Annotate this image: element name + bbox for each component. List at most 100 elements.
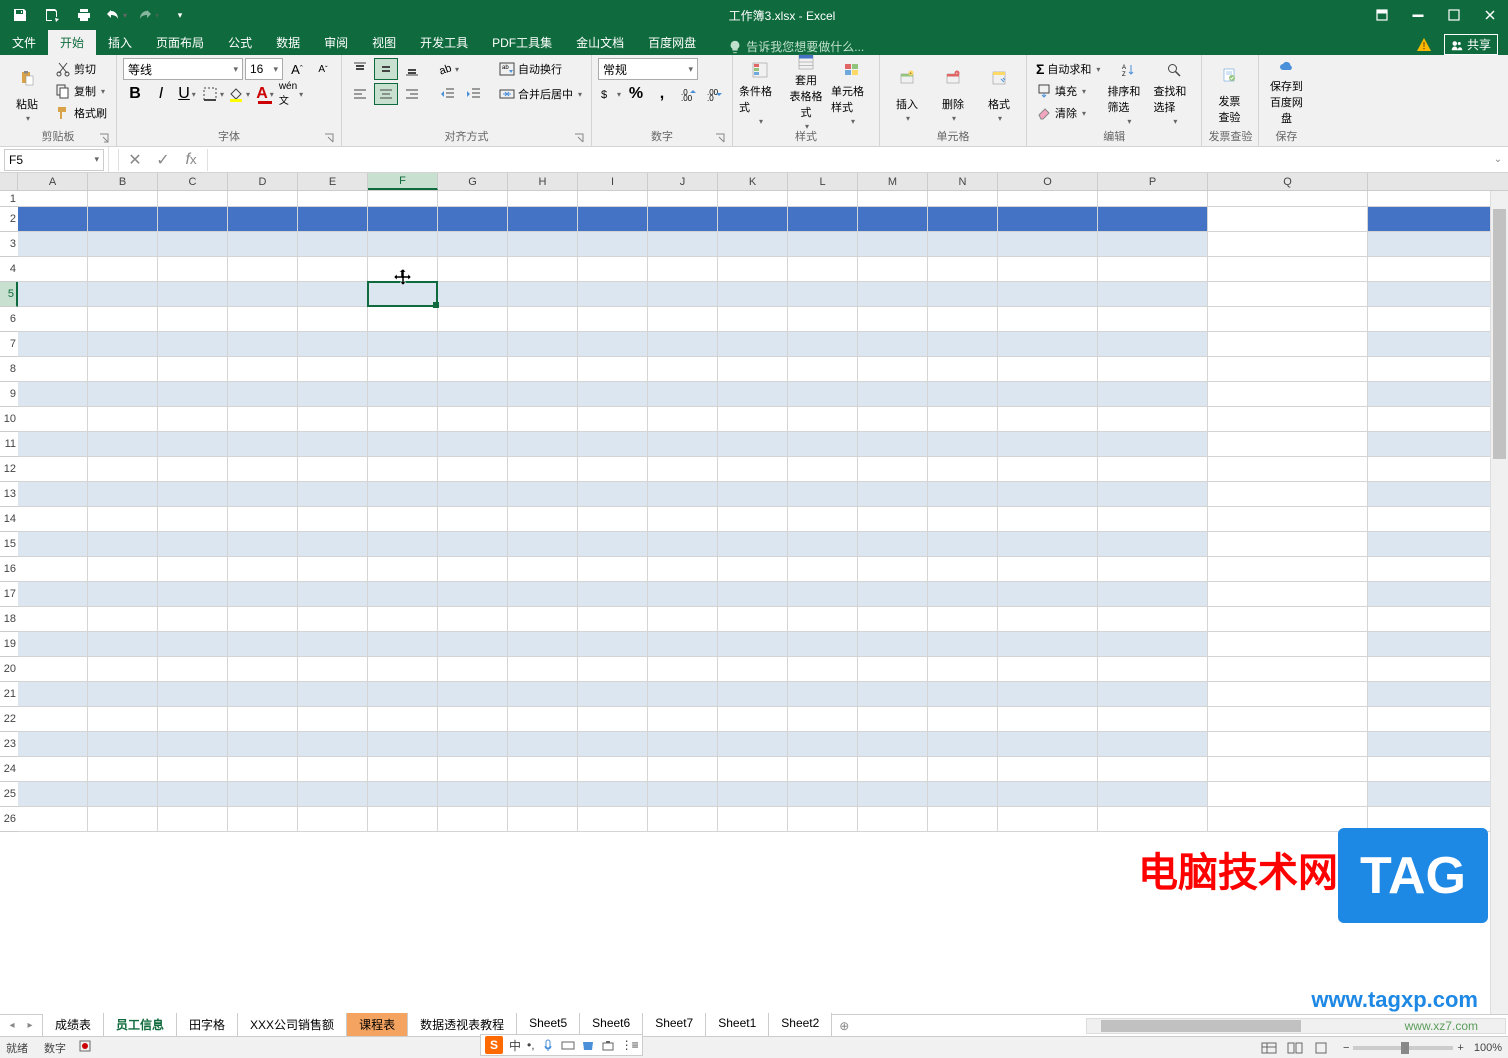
sheet-tab-8[interactable]: Sheet7 xyxy=(643,1013,706,1038)
conditional-format-button[interactable]: 条件格式 xyxy=(739,58,781,126)
ribbon-tab-3[interactable]: 页面布局 xyxy=(144,30,216,55)
row-header-21[interactable]: 21 xyxy=(0,682,18,707)
sort-filter-button[interactable]: AZ排序和筛选 xyxy=(1107,58,1149,126)
col-header-A[interactable]: A xyxy=(18,173,88,190)
vertical-scrollbar[interactable] xyxy=(1490,191,1508,1014)
row-header-8[interactable]: 8 xyxy=(0,357,18,382)
autosum-button[interactable]: Σ自动求和 xyxy=(1033,58,1103,80)
row-header-9[interactable]: 9 xyxy=(0,382,18,407)
grid-row-3[interactable] xyxy=(18,232,1508,257)
zoom-slider[interactable] xyxy=(1353,1046,1453,1050)
wrap-text-button[interactable]: ab自动换行 xyxy=(496,58,585,80)
grid-row-20[interactable] xyxy=(18,657,1508,682)
col-header-J[interactable]: J xyxy=(648,173,718,190)
sheet-tab-3[interactable]: XXX公司销售额 xyxy=(238,1013,347,1038)
clear-button[interactable]: 清除 xyxy=(1033,102,1103,124)
paste-button[interactable]: 粘贴 xyxy=(6,58,48,126)
underline-button[interactable]: U xyxy=(175,83,199,105)
expand-formula-bar-button[interactable]: ⌄ xyxy=(1488,154,1508,165)
sheet-tab-9[interactable]: Sheet1 xyxy=(706,1013,769,1038)
grid-row-7[interactable] xyxy=(18,332,1508,357)
ime-keyboard-icon[interactable] xyxy=(561,1038,575,1052)
ribbon-tab-8[interactable]: 开发工具 xyxy=(408,30,480,55)
bold-button[interactable]: B xyxy=(123,83,147,105)
share-button[interactable]: 共享 xyxy=(1444,34,1498,55)
ime-mic-icon[interactable] xyxy=(541,1038,555,1052)
sheet-nav-first-button[interactable]: ◂ xyxy=(4,1017,20,1035)
font-color-button[interactable]: A xyxy=(253,83,277,105)
insert-function-button[interactable]: fx xyxy=(183,149,199,171)
grid-row-24[interactable] xyxy=(18,757,1508,782)
row-header-25[interactable]: 25 xyxy=(0,782,18,807)
col-header-B[interactable]: B xyxy=(88,173,158,190)
print-preview-button[interactable] xyxy=(70,2,98,28)
font-size-combo[interactable]: 16▾ xyxy=(245,58,283,80)
col-header-F[interactable]: F xyxy=(368,173,438,190)
align-left-button[interactable] xyxy=(348,83,372,105)
dialog-launcher-icon[interactable] xyxy=(323,132,335,144)
insert-cells-button[interactable]: +插入 xyxy=(886,58,928,126)
increase-decimal-button[interactable]: .0.00 xyxy=(676,83,700,105)
row-header-26[interactable]: 26 xyxy=(0,807,18,832)
grid-row-26[interactable] xyxy=(18,807,1508,832)
zoom-level[interactable]: 100% xyxy=(1474,1042,1502,1054)
col-header-L[interactable]: L xyxy=(788,173,858,190)
grid-row-9[interactable] xyxy=(18,382,1508,407)
row-header-23[interactable]: 23 xyxy=(0,732,18,757)
fill-button[interactable]: 填充 xyxy=(1033,80,1103,102)
dialog-launcher-icon[interactable] xyxy=(714,132,726,144)
macro-record-button[interactable] xyxy=(78,1039,92,1056)
view-page-break-button[interactable] xyxy=(1309,1039,1333,1057)
fill-color-button[interactable] xyxy=(227,83,251,105)
grid-row-1[interactable] xyxy=(18,191,1508,207)
sogou-icon[interactable]: S xyxy=(485,1036,503,1054)
ime-skin-icon[interactable] xyxy=(581,1038,595,1052)
row-header-18[interactable]: 18 xyxy=(0,607,18,632)
comma-button[interactable]: , xyxy=(650,83,674,105)
row-header-4[interactable]: 4 xyxy=(0,257,18,282)
ribbon-tab-9[interactable]: PDF工具集 xyxy=(480,30,564,55)
sheet-tab-0[interactable]: 成绩表 xyxy=(43,1013,104,1038)
minimize-button[interactable] xyxy=(1400,0,1436,30)
row-header-19[interactable]: 19 xyxy=(0,632,18,657)
row-header-13[interactable]: 13 xyxy=(0,482,18,507)
ribbon-options-button[interactable] xyxy=(1364,0,1400,30)
warning-icon[interactable] xyxy=(1416,37,1432,53)
undo-button[interactable] xyxy=(102,2,130,28)
grid-row-16[interactable] xyxy=(18,557,1508,582)
row-header-12[interactable]: 12 xyxy=(0,457,18,482)
ribbon-tab-7[interactable]: 视图 xyxy=(360,30,408,55)
new-sheet-button[interactable]: ⊕ xyxy=(832,1019,856,1033)
save-button[interactable] xyxy=(6,2,34,28)
grid-row-2[interactable] xyxy=(18,207,1508,232)
col-header-E[interactable]: E xyxy=(298,173,368,190)
italic-button[interactable]: I xyxy=(149,83,173,105)
ribbon-tab-5[interactable]: 数据 xyxy=(264,30,312,55)
row-header-20[interactable]: 20 xyxy=(0,657,18,682)
align-top-button[interactable] xyxy=(348,58,372,80)
dialog-launcher-icon[interactable] xyxy=(98,132,110,144)
ime-menu-icon[interactable]: ⋮≡ xyxy=(621,1038,638,1052)
qat-customize-button[interactable]: ▾ xyxy=(166,2,194,28)
increase-indent-button[interactable] xyxy=(462,83,486,105)
row-header-14[interactable]: 14 xyxy=(0,507,18,532)
formula-input[interactable] xyxy=(208,149,1488,171)
ribbon-tab-0[interactable]: 文件 xyxy=(0,30,48,55)
cancel-formula-button[interactable]: ✕ xyxy=(127,149,143,171)
name-box[interactable]: F5▾ xyxy=(4,149,104,171)
cell-styles-button[interactable]: 单元格样式 xyxy=(831,58,873,126)
align-bottom-button[interactable] xyxy=(400,58,424,80)
redo-button[interactable] xyxy=(134,2,162,28)
grid-row-5[interactable] xyxy=(18,282,1508,307)
table-format-button[interactable]: 套用 表格格式 xyxy=(785,58,827,126)
zoom-in-button[interactable]: + xyxy=(1457,1042,1463,1054)
grid-row-14[interactable] xyxy=(18,507,1508,532)
col-header-I[interactable]: I xyxy=(578,173,648,190)
row-header-7[interactable]: 7 xyxy=(0,332,18,357)
invoice-check-button[interactable]: 发票 查验 xyxy=(1208,58,1250,126)
format-painter-button[interactable]: 格式刷 xyxy=(52,102,110,124)
ime-lang-label[interactable]: 中 xyxy=(509,1037,521,1054)
col-header-G[interactable]: G xyxy=(438,173,508,190)
grid-row-10[interactable] xyxy=(18,407,1508,432)
ribbon-tab-4[interactable]: 公式 xyxy=(216,30,264,55)
